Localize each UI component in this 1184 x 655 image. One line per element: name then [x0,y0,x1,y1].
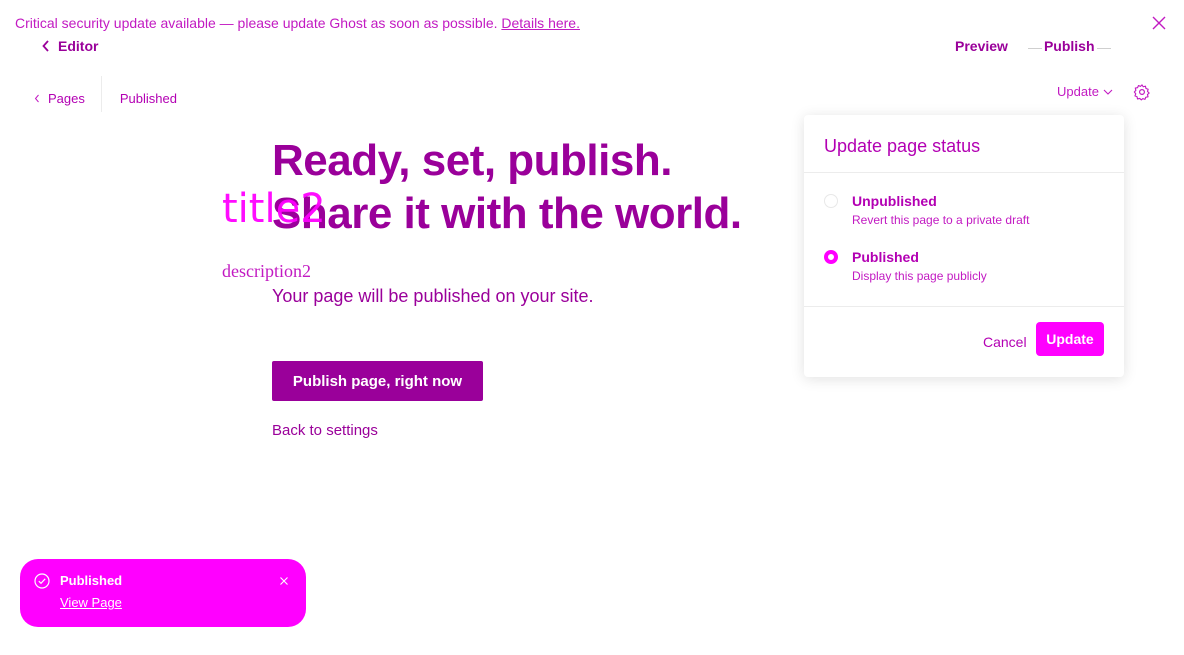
close-icon[interactable] [1151,15,1167,31]
pages-label: Pages [48,90,85,106]
headline-line-1: Ready, set, publish. [272,136,672,185]
status-option-published[interactable]: Published Display this page publicly [824,249,987,283]
publish-headline: Ready, set, publish. Share it with the w… [272,134,742,240]
option-description: Display this page publicly [852,269,987,283]
publish-tab[interactable]: Publish [1028,38,1110,54]
update-status-popover: Update page status Unpublished Revert th… [804,115,1124,377]
option-description: Revert this page to a private draft [852,213,1030,227]
alert-details-link[interactable]: Details here. [501,15,580,31]
publish-now-button[interactable]: Publish page, right now [272,361,483,401]
preview-tab[interactable]: Preview [955,38,1008,54]
overlay-title: title2 [222,186,326,232]
divider [804,306,1124,307]
divider [804,172,1124,173]
page-breadcrumb: Pages Published [34,76,177,112]
radio-unpublished[interactable] [824,194,838,208]
chevron-left-icon [42,40,49,52]
check-circle-icon [34,573,50,589]
headline-line-2: Share it with the world. [272,189,742,238]
back-to-pages-link[interactable]: Pages [34,91,101,106]
publish-lede: Your page will be published on your site… [272,286,594,306]
chevron-left-icon [34,94,39,102]
alert-message: Critical security update available — ple… [15,15,498,31]
back-to-settings-link[interactable]: Back to settings [272,422,378,439]
update-button[interactable]: Update [1036,322,1104,356]
published-toast: Published View Page [20,559,306,627]
option-label: Published [852,249,919,265]
overlay-description: description2 [222,261,311,281]
status-option-unpublished[interactable]: Unpublished Revert this page to a privat… [824,193,1029,227]
update-dropdown-label: Update [1057,84,1099,99]
close-icon[interactable] [278,575,290,587]
radio-published[interactable] [824,250,838,264]
page-status-label: Published [119,90,177,106]
security-alert: Critical security update available — ple… [15,15,580,31]
cancel-button[interactable]: Cancel [977,333,1033,351]
update-dropdown[interactable]: Update [1057,84,1113,99]
toast-title: Published [60,573,123,588]
gear-icon[interactable] [1133,83,1151,101]
chevron-down-icon [1103,89,1113,95]
option-label: Unpublished [852,193,937,209]
header-actions: Preview Publish [955,38,1110,54]
back-editor-label: Editor [58,38,99,54]
back-to-editor-button[interactable]: Editor [42,38,98,54]
popover-title: Update page status [824,136,981,156]
view-page-link[interactable]: View Page [60,595,122,610]
